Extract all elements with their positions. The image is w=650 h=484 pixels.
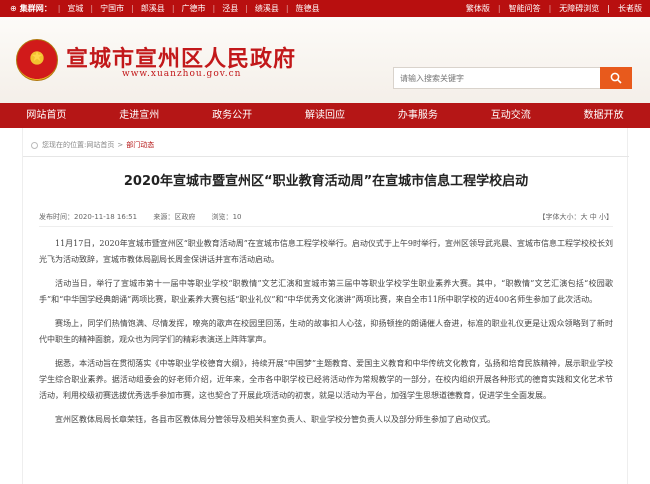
meta-date-value: 2020-11-18 16:51 (74, 213, 138, 221)
divider: | (497, 4, 501, 13)
article-paragraph: 据悉，本活动旨在贯彻落实《中等职业学校德育大纲》，持续开展“中国梦”主题教育、爱… (39, 359, 613, 400)
meta-date: 发布时间：2020-11-18 16:51 (39, 213, 137, 221)
breadcrumb: 您现在的位置: 网站首页 > 部门动态 (31, 140, 154, 150)
globe-icon: ⊕ (10, 4, 17, 13)
divider: | (548, 4, 552, 13)
nav-interaction[interactable]: 互动交流 (464, 103, 557, 128)
city-link-guangde[interactable]: 广德市 (172, 0, 206, 17)
nav-services[interactable]: 办事服务 (371, 103, 464, 128)
breadcrumb-prefix: 您现在的位置: (42, 141, 87, 149)
divider (39, 226, 613, 227)
accessibility-link[interactable]: 无障碍浏览 (559, 0, 599, 17)
article-container: 您现在的位置: 网站首页 > 部门动态 2020年宣城市暨宣州区“职业教育活动周… (22, 128, 629, 484)
article-title: 2020年宣城市暨宣州区“职业教育活动周”在宣城市信息工程学校启动 (123, 174, 529, 189)
utility-links: 繁体版 | 智能问答 | 无障碍浏览 | 长者版 (458, 0, 642, 17)
meta-views-value: 10 (232, 213, 242, 221)
breadcrumb-sep: > (117, 141, 124, 149)
traditional-chinese-link[interactable]: 繁体版 (466, 0, 490, 17)
breadcrumb-current[interactable]: 部门动态 (126, 140, 154, 150)
nav-open-data[interactable]: 数据开放 (557, 103, 650, 128)
smart-qa-link[interactable]: 智能问答 (509, 0, 541, 17)
city-link-ningguo[interactable]: 宁国市 (90, 0, 124, 17)
meta-source: 来源：区政府 (153, 213, 195, 221)
city-link-jingde[interactable]: 旌德县 (286, 0, 320, 17)
top-utility-bar: ⊕ 集群网： 宣城 宁国市 郎溪县 广德市 泾县 绩溪县 旌德县 繁体版 | 智… (0, 0, 650, 17)
article-body: 11月17日，2020年宣城市暨宣州区“职业教育活动周”在宣城市信息工程学校举行… (39, 236, 613, 436)
cluster-label: 集群网： (19, 4, 52, 13)
article-meta: 发布时间：2020-11-18 16:51 来源：区政府 浏览：10 【字体大小… (39, 212, 613, 222)
elder-version-link[interactable]: 长者版 (618, 0, 642, 17)
article-paragraph: 赛场上，同学们热情饱满、尽情发挥，嘹亮的歌声在校园里回荡，生动的故事扣人心弦，抑… (39, 319, 613, 344)
meta-source-value: 区政府 (174, 213, 196, 221)
nav-home[interactable]: 网站首页 (0, 103, 93, 128)
meta-views-label: 浏览： (211, 213, 233, 221)
nav-interpretation[interactable]: 解读回应 (279, 103, 372, 128)
cluster-links: ⊕ 集群网： 宣城 宁国市 郎溪县 广德市 泾县 绩溪县 旌德县 (10, 0, 327, 17)
divider: | (607, 4, 610, 13)
article-paragraph: 11月17日，2020年宣城市暨宣州区“职业教育活动周”在宣城市信息工程学校举行… (39, 239, 613, 264)
search-input[interactable] (393, 67, 601, 89)
city-link-jixi[interactable]: 绩溪县 (245, 0, 279, 17)
font-size-control[interactable]: 【字体大小：大 中 小】 (539, 212, 613, 222)
city-link-jingxian[interactable]: 泾县 (213, 0, 238, 17)
nav-gov-affairs[interactable]: 政务公开 (186, 103, 279, 128)
national-emblem-icon: ★ (16, 39, 58, 81)
meta-source-label: 来源： (153, 213, 175, 221)
city-link-xuancheng[interactable]: 宣城 (58, 0, 83, 17)
site-url: www.xuanzhou.gov.cn (122, 69, 242, 79)
article-paragraph: 活动当日，举行了宣城市第十一届中等职业学校“职教情”文艺汇演和宣城市第三届中等职… (39, 279, 613, 304)
city-link-langxi[interactable]: 郎溪县 (131, 0, 165, 17)
search-button[interactable] (600, 67, 632, 89)
meta-date-label: 发布时间： (39, 213, 74, 221)
nav-about[interactable]: 走进宣州 (93, 103, 186, 128)
article-paragraph: 宣州区教体局局长章荣钰，各县市区教体局分管领导及相关科室负责人、职业学校分管负责… (55, 415, 495, 424)
main-nav: 网站首页 走进宣州 政务公开 解读回应 办事服务 互动交流 数据开放 (0, 103, 650, 128)
breadcrumb-home[interactable]: 网站首页 (86, 140, 114, 150)
location-icon (31, 141, 38, 149)
meta-views: 浏览：10 (212, 213, 242, 221)
divider (23, 156, 629, 157)
search-icon (610, 72, 622, 84)
site-header: ★ 宣城市宣州区人民政府 www.xuanzhou.gov.cn (0, 17, 650, 103)
